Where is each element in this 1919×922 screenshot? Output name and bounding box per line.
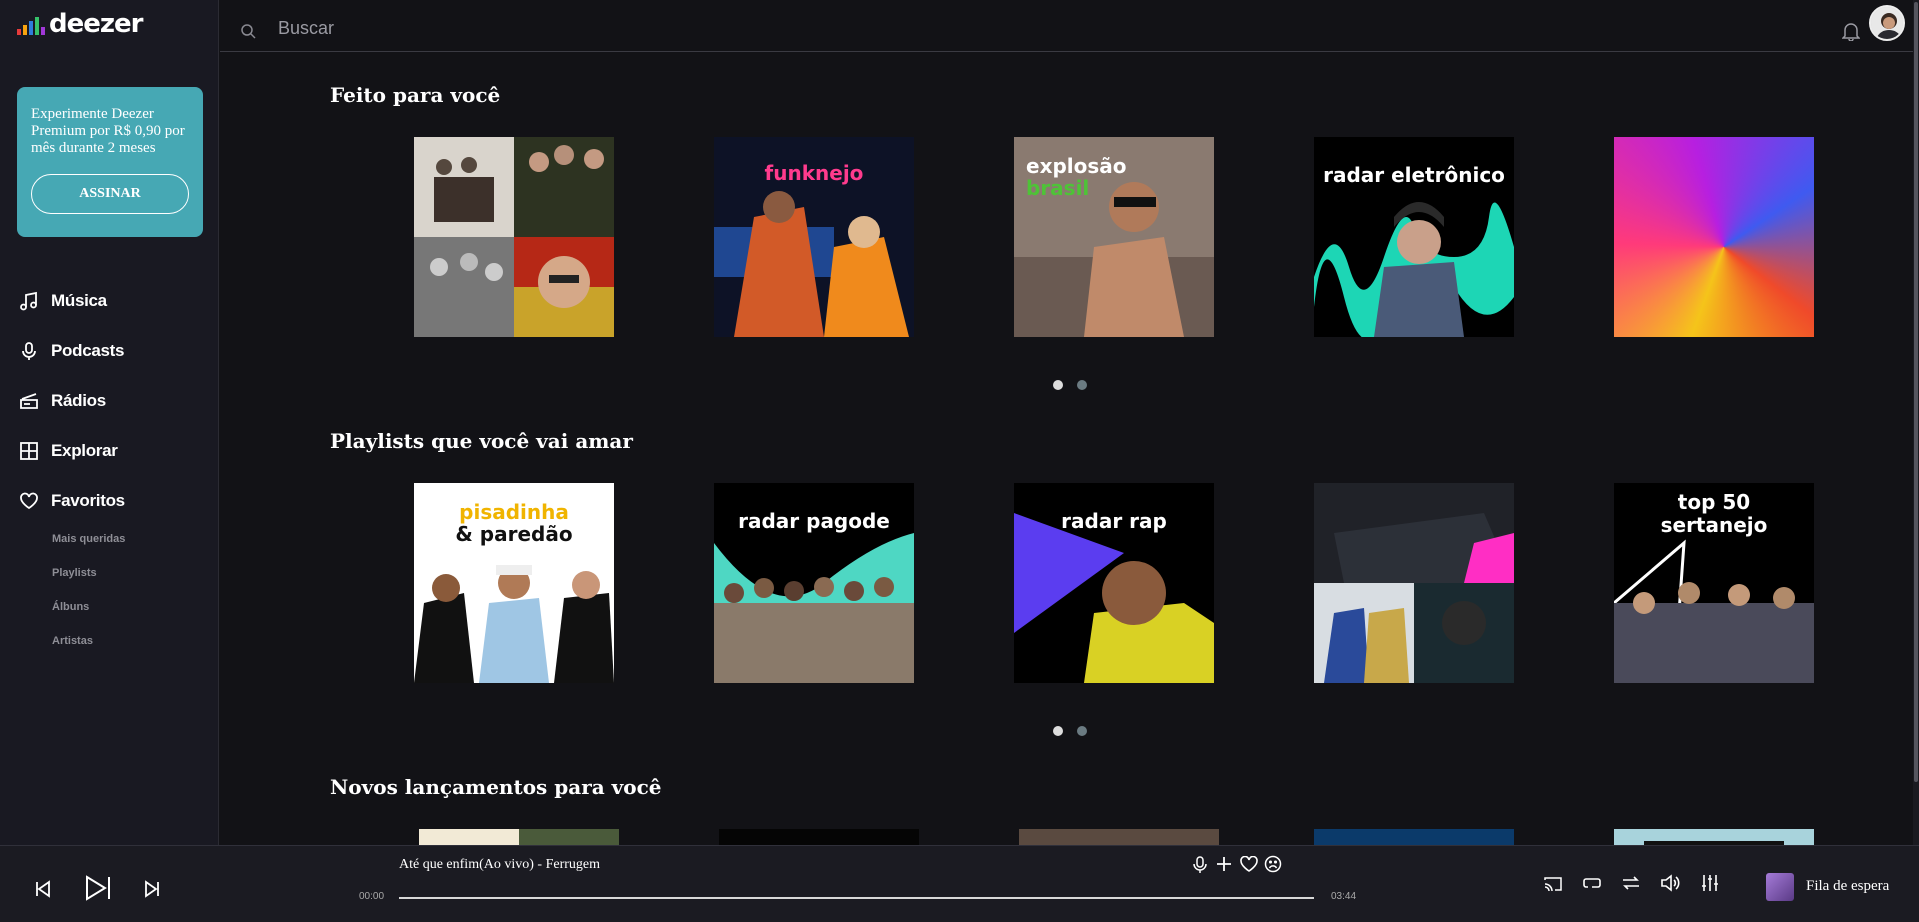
user-avatar[interactable] [1869, 5, 1905, 41]
grid-icon [20, 442, 38, 460]
card-title: radar rap [1061, 509, 1167, 533]
logo-text: deezer [49, 9, 143, 39]
equalizer-icon[interactable] [1701, 874, 1719, 892]
play-button-icon[interactable] [84, 875, 112, 901]
nav-item-favorites[interactable]: Favoritos [19, 476, 125, 526]
playlist-card-gradient[interactable] [1614, 137, 1814, 337]
playlist-cover [414, 137, 614, 337]
premium-promo: Experimente Deezer Premium por R$ 0,90 p… [17, 87, 203, 237]
release-card[interactable] [1614, 829, 1814, 845]
add-icon[interactable] [1216, 856, 1232, 872]
card-subtitle: & paredão [455, 522, 573, 546]
heart-icon [20, 492, 38, 510]
subnav-item-artists[interactable]: Artistas [52, 630, 125, 664]
nav-item-explore[interactable]: Explorar [19, 426, 125, 476]
card-title: funknejo [764, 161, 864, 185]
carousel-dots [1053, 726, 1087, 736]
nav-item-podcasts[interactable]: Podcasts [19, 326, 125, 376]
dislike-icon[interactable] [1264, 855, 1282, 873]
carousel-dot-active[interactable] [1053, 380, 1063, 390]
track-duration: 03:44 [1331, 891, 1357, 902]
playlist-card-radar-eletronico[interactable]: radar eletrônico [1314, 137, 1514, 337]
section-title-made-for-you: Feito para você [330, 83, 501, 107]
playlist-card-radar-rap[interactable]: radar rap [1014, 483, 1214, 683]
playlist-card-explosao-brasil[interactable]: explosão brasil [1014, 137, 1214, 337]
subscribe-button[interactable]: ASSINAR [31, 174, 189, 214]
progress-bar[interactable] [399, 897, 1314, 899]
notification-bell-icon[interactable] [1842, 21, 1860, 41]
track-title[interactable]: Até que enfim(Ao vivo) - Ferrugem [399, 857, 600, 873]
nav-label: Favoritos [51, 491, 125, 510]
scrollbar-thumb[interactable] [1914, 2, 1918, 782]
card-title: explosão [1026, 154, 1127, 178]
carousel-dot[interactable] [1077, 380, 1087, 390]
shuffle-icon[interactable] [1622, 875, 1640, 891]
card-title: pisadinha [459, 500, 569, 524]
card-title: radar pagode [738, 509, 890, 533]
card-subtitle: sertanejo [1660, 513, 1768, 537]
search-icon [241, 24, 256, 39]
nav-item-music[interactable]: Música [19, 276, 125, 326]
microphone-icon [22, 342, 36, 360]
sidebar: deezer Experimente Deezer Premium por R$… [0, 0, 219, 845]
favorites-subnav: Mais queridas Playlists Álbuns Artistas [52, 528, 125, 664]
playlist-card-funknejo[interactable]: funknejo [714, 137, 914, 337]
carousel-dots [1053, 380, 1087, 390]
deezer-logo-icon [17, 15, 45, 35]
card-title: radar eletrônico [1323, 163, 1505, 187]
release-card[interactable] [1314, 829, 1514, 845]
card-subtitle: brasil [1026, 176, 1090, 200]
carousel-dot-active[interactable] [1053, 726, 1063, 736]
page-scrollbar[interactable] [1913, 0, 1919, 845]
release-card[interactable] [419, 829, 619, 845]
player-bar: Até que enfim(Ao vivo) - Ferrugem 00:00 … [0, 845, 1919, 922]
subnav-item-playlists[interactable]: Playlists [52, 562, 125, 596]
nav-label: Rádios [51, 391, 106, 410]
playlist-card-mix[interactable] [414, 137, 614, 337]
repeat-icon[interactable] [1583, 876, 1601, 890]
lyrics-microphone-icon[interactable] [1193, 856, 1207, 874]
subnav-item-most-loved[interactable]: Mais queridas [52, 528, 125, 562]
next-track-icon[interactable] [143, 880, 161, 898]
cast-icon[interactable] [1544, 876, 1562, 892]
queue-button[interactable]: Fila de espera [1806, 878, 1889, 895]
nav-label: Música [51, 291, 107, 310]
playlist-card-pop-mix[interactable] [1314, 483, 1514, 683]
card-title: top 50 [1677, 490, 1751, 514]
avatar-image [1871, 7, 1903, 39]
playlist-cover [1314, 483, 1514, 683]
previous-track-icon[interactable] [34, 880, 52, 898]
section-title-playlists-you-will-love: Playlists que você vai amar [330, 429, 633, 453]
playlist-card-pisadinha[interactable]: pisadinha & paredão [414, 483, 614, 683]
queue-cover-thumbnail[interactable] [1766, 873, 1794, 901]
subnav-item-albums[interactable]: Álbuns [52, 596, 125, 630]
elapsed-time: 00:00 [359, 891, 385, 902]
nav-label: Podcasts [51, 341, 125, 360]
release-card[interactable] [1019, 829, 1219, 845]
main-nav: Música Podcasts Rádios Explorar Favorito… [19, 276, 125, 526]
nav-label: Explorar [51, 441, 118, 460]
section-title-new-releases: Novos lançamentos para você [330, 775, 662, 799]
top-bar [220, 0, 1913, 52]
volume-icon[interactable] [1660, 874, 1680, 892]
radio-icon [20, 393, 38, 409]
playlist-card-top-50-sertanejo[interactable]: top 50 sertanejo [1614, 483, 1814, 683]
nav-item-radios[interactable]: Rádios [19, 376, 125, 426]
promo-text: Experimente Deezer Premium por R$ 0,90 p… [31, 106, 185, 156]
playlist-card-radar-pagode[interactable]: radar pagode [714, 483, 914, 683]
music-note-icon [20, 291, 37, 311]
search-input[interactable] [278, 16, 878, 40]
app: deezer Experimente Deezer Premium por R$… [0, 0, 1919, 922]
favorite-heart-icon[interactable] [1240, 856, 1258, 872]
deezer-logo[interactable]: deezer [17, 9, 143, 39]
carousel-dot[interactable] [1077, 726, 1087, 736]
release-card[interactable] [719, 829, 919, 845]
